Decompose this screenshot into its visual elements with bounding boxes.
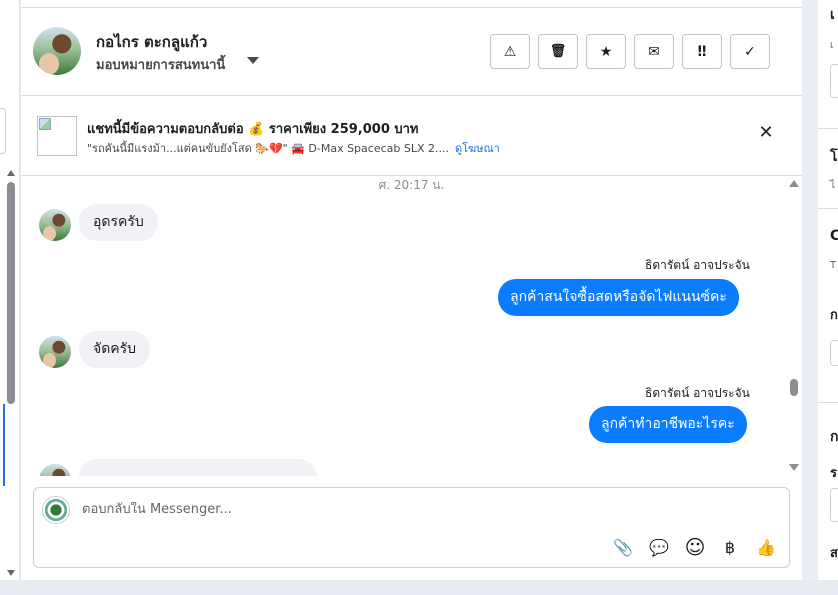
- scroll-down-arrow[interactable]: [7, 570, 15, 576]
- top-divider: [21, 0, 802, 8]
- saved-reply-icon[interactable]: 💬: [648, 536, 670, 558]
- panel-label: ก: [830, 308, 838, 323]
- message-thread: ศ. 20:17 น. อุดรครับ ธิดารัตน์ อาจประจัน…: [21, 176, 802, 476]
- ad-description-text: "รถคันนี้มีแรงม้า...แต่คนขับยังโสด 🐎💔" 🚘…: [87, 142, 449, 155]
- delete-button[interactable]: 🗑: [538, 34, 578, 69]
- details-panel-edge: เ เ โ ไ C T ก ก ร ส: [818, 0, 838, 580]
- warning-icon: ⚠: [503, 43, 517, 60]
- close-icon[interactable]: ✕: [757, 124, 775, 142]
- message-timestamp: ศ. 20:17 น.: [378, 178, 445, 192]
- scroll-up-arrow[interactable]: [7, 170, 15, 176]
- avatar: [39, 336, 71, 368]
- panel-text: ไ: [830, 180, 836, 191]
- follow-up-icon: ‼: [697, 43, 707, 60]
- panel-heading: C: [830, 228, 838, 244]
- ad-reference-banner: แชทนี้มีข้อความตอบกลับต่อ 💰 ราคาเพียง 25…: [21, 96, 802, 176]
- outgoing-message: ลูกค้าทำอาชีพอะไรคะ: [589, 406, 747, 443]
- ad-thumbnail: [37, 116, 77, 156]
- panel-heading: โ: [830, 149, 838, 165]
- checkmark-icon: ✓: [744, 43, 756, 60]
- reply-input[interactable]: [82, 502, 682, 517]
- contact-name[interactable]: กอไกร ตะกลูแก้ว: [96, 30, 207, 54]
- panel-heading: เ: [830, 7, 835, 23]
- selected-indicator: [3, 404, 5, 486]
- conversation-list-scrollbar[interactable]: [7, 182, 15, 404]
- chat-header: กอไกร ตะกลูแก้ว มอบหมายการสนทนานี้ ⚠ 🗑 ★…: [21, 8, 802, 96]
- mark-done-button[interactable]: ✓: [730, 34, 770, 69]
- sender-name: ธิดารัตน์ อาจประจัน: [645, 386, 750, 400]
- list-item-edge[interactable]: [0, 108, 6, 154]
- mark-spam-button[interactable]: ⚠: [490, 34, 530, 69]
- panel-text: เ: [830, 40, 834, 51]
- incoming-message: จัดครับ: [79, 331, 151, 368]
- sender-name: ธิดารัตน์ อาจประจัน: [645, 258, 750, 272]
- panel-checkbox[interactable]: [830, 340, 838, 366]
- scroll-down-arrow[interactable]: [789, 464, 799, 471]
- ad-title: แชทนี้มีข้อความตอบกลับต่อ 💰 ราคาเพียง 25…: [87, 122, 419, 137]
- conversation-list-edge: [0, 0, 20, 580]
- incoming-message: อุดรครับ: [79, 204, 158, 241]
- outgoing-message: ลูกค้าสนใจซื้อสดหรือจัดไฟแนนซ์คะ: [498, 279, 739, 316]
- reply-composer: 📎 💬 ☺ ฿ 👍: [33, 487, 790, 568]
- panel-divider: [818, 402, 838, 403]
- panel-text: T: [830, 260, 837, 271]
- avatar: [39, 209, 71, 241]
- panel-heading: ก: [830, 429, 838, 445]
- mark-unread-button[interactable]: ✉: [634, 34, 674, 69]
- like-icon[interactable]: 👍: [755, 536, 777, 558]
- payment-icon[interactable]: ฿: [719, 536, 741, 558]
- panel-divider: [818, 208, 838, 209]
- attachment-icon[interactable]: 📎: [612, 536, 634, 558]
- assign-conversation-dropdown[interactable]: มอบหมายการสนทนานี้: [96, 54, 225, 75]
- trash-icon: 🗑: [549, 44, 567, 59]
- panel-divider: [818, 128, 838, 129]
- avatar: [39, 464, 71, 476]
- panel-label: ส: [830, 546, 838, 561]
- page-avatar: [42, 496, 70, 524]
- message-scrollbar[interactable]: [790, 379, 798, 396]
- panel-label: ร: [830, 466, 837, 481]
- ad-description: "รถคันนี้มีแรงม้า...แต่คนขับยังโสด 🐎💔" 🚘…: [87, 139, 500, 157]
- contact-avatar[interactable]: [33, 27, 81, 75]
- follow-up-button[interactable]: ‼: [682, 34, 722, 69]
- window-bottom-edge: [0, 580, 838, 595]
- star-icon: ★: [599, 43, 613, 60]
- incoming-message-partial: [79, 459, 317, 476]
- panel-field[interactable]: [830, 488, 838, 522]
- panel-field[interactable]: [830, 64, 838, 98]
- caret-down-icon[interactable]: [247, 57, 259, 64]
- chat-panel: กอไกร ตะกลูแก้ว มอบหมายการสนทนานี้ ⚠ 🗑 ★…: [21, 0, 802, 580]
- view-ad-link[interactable]: ดูโฆษณา: [455, 142, 500, 155]
- star-button[interactable]: ★: [586, 34, 626, 69]
- emoji-icon[interactable]: ☺: [684, 535, 706, 559]
- scroll-up-arrow[interactable]: [789, 180, 799, 187]
- envelope-icon: ✉: [648, 43, 660, 60]
